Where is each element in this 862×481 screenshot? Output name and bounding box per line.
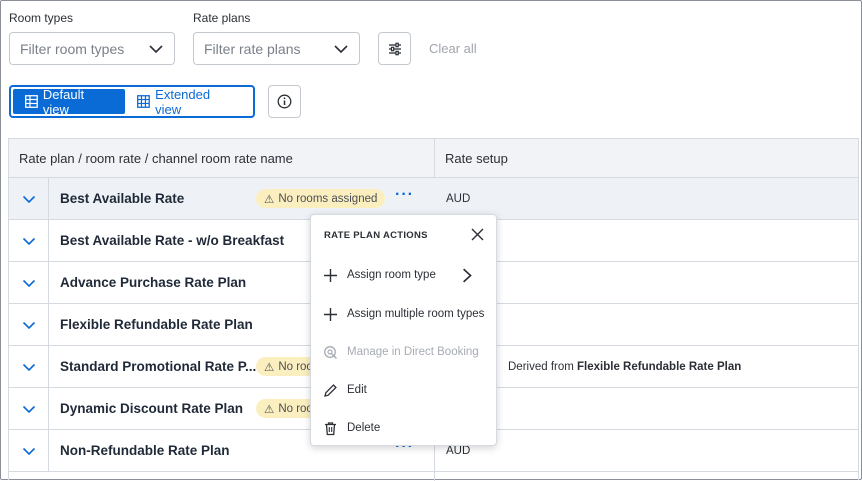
chevron-down-icon (22, 447, 35, 455)
menu-title: RATE PLAN ACTIONS (324, 230, 428, 241)
plus-icon (324, 307, 337, 321)
expand-row-button[interactable] (9, 220, 49, 261)
expand-row-button[interactable] (9, 388, 49, 429)
warning-icon: ⚠ (264, 361, 275, 374)
assign-room-type-item[interactable]: Assign room type (311, 257, 496, 293)
rate-plan-name: Best Available Rate (60, 191, 185, 206)
rate-setup: AUD (446, 445, 471, 457)
expand-row-button[interactable] (9, 262, 49, 303)
close-icon (471, 228, 483, 240)
rate-setup-parent: Flexible Refundable Rate Plan (577, 361, 742, 373)
close-menu-button[interactable] (467, 224, 487, 244)
expand-row-button[interactable] (9, 430, 49, 471)
plus-icon (324, 268, 337, 282)
badge-label: No roo (278, 360, 313, 373)
chevron-down-icon (22, 237, 35, 245)
assign-multiple-room-types-item[interactable]: Assign multiple room types (311, 296, 496, 332)
rate-plan-name: Advance Purchase Rate Plan (60, 275, 247, 290)
edit-item[interactable]: Edit (311, 372, 496, 408)
sliders-icon (388, 42, 401, 55)
menu-item-label: Assign room type (347, 269, 436, 281)
warning-icon: ⚠ (264, 403, 275, 416)
table-icon (25, 95, 38, 108)
rate-plans-label: Rate plans (193, 11, 251, 25)
badge-label: No rooms assigned (278, 192, 378, 205)
rate-plans-select[interactable]: Filter rate plans (193, 32, 360, 65)
rate-setup: Derived from Flexible Refundable Rate Pl… (508, 361, 741, 373)
menu-item-label: Manage in Direct Booking (347, 346, 479, 358)
room-types-label: Room types (9, 11, 74, 25)
delete-item[interactable]: Delete (311, 410, 496, 446)
manage-direct-booking-item: Manage in Direct Booking (311, 334, 496, 370)
chevron-down-icon (22, 363, 35, 371)
filter-settings-button[interactable] (378, 32, 411, 65)
pencil-icon (324, 383, 337, 397)
rate-setup-prefix: Derived from (508, 361, 578, 373)
default-view-label: Default view (42, 86, 85, 117)
menu-item-label: Edit (347, 384, 367, 396)
extended-view-label: Extended view (155, 86, 211, 117)
info-button[interactable] (268, 85, 301, 118)
chevron-down-icon (22, 405, 35, 413)
chevron-down-icon (149, 44, 163, 53)
default-view-button[interactable]: Default view (13, 86, 126, 117)
extended-view-button[interactable]: Extended view (125, 86, 251, 117)
booking-icon (324, 345, 337, 359)
expand-row-button[interactable] (9, 304, 49, 345)
more-actions-button[interactable]: ··· (395, 186, 414, 204)
rate-plan-name: Flexible Refundable Rate Plan (60, 317, 253, 332)
extended-table-icon (137, 95, 151, 108)
expand-row-button[interactable] (9, 178, 49, 219)
status-badge: ⚠ No rooms assigned (256, 189, 386, 208)
menu-item-label: Assign multiple room types (347, 308, 485, 320)
chevron-down-icon (22, 321, 35, 329)
expand-row-button[interactable] (9, 346, 49, 387)
rate-plan-name: Best Available Rate - w/o Breakfast (60, 233, 285, 248)
rate-setup: AUD (446, 193, 471, 205)
rate-plan-actions-menu: RATE PLAN ACTIONS Assign room type Assig… (310, 214, 497, 446)
badge-label: No roo (278, 402, 313, 415)
rate-plans-placeholder: Filter rate plans (204, 40, 301, 57)
warning-icon: ⚠ (264, 193, 275, 206)
room-types-select[interactable]: Filter room types (9, 32, 175, 65)
column-header-name: Rate plan / room rate / channel room rat… (19, 151, 293, 166)
room-types-placeholder: Filter room types (20, 40, 125, 57)
clear-all-link[interactable]: Clear all (429, 41, 477, 56)
rate-plan-name: Non-Refundable Rate Plan (60, 443, 230, 458)
chevron-down-icon (22, 279, 35, 287)
rate-plan-name: Dynamic Discount Rate Plan (60, 401, 244, 416)
info-icon (277, 94, 292, 109)
chevron-right-icon (463, 268, 472, 283)
rate-plan-name: Standard Promotional Rate P... (60, 359, 257, 374)
column-header-rate-setup: Rate setup (445, 151, 508, 166)
chevron-down-icon (334, 44, 348, 53)
menu-item-label: Delete (347, 422, 381, 434)
chevron-down-icon (22, 195, 35, 203)
trash-icon (325, 421, 336, 435)
view-toggle: Default view Extended view (9, 85, 255, 118)
